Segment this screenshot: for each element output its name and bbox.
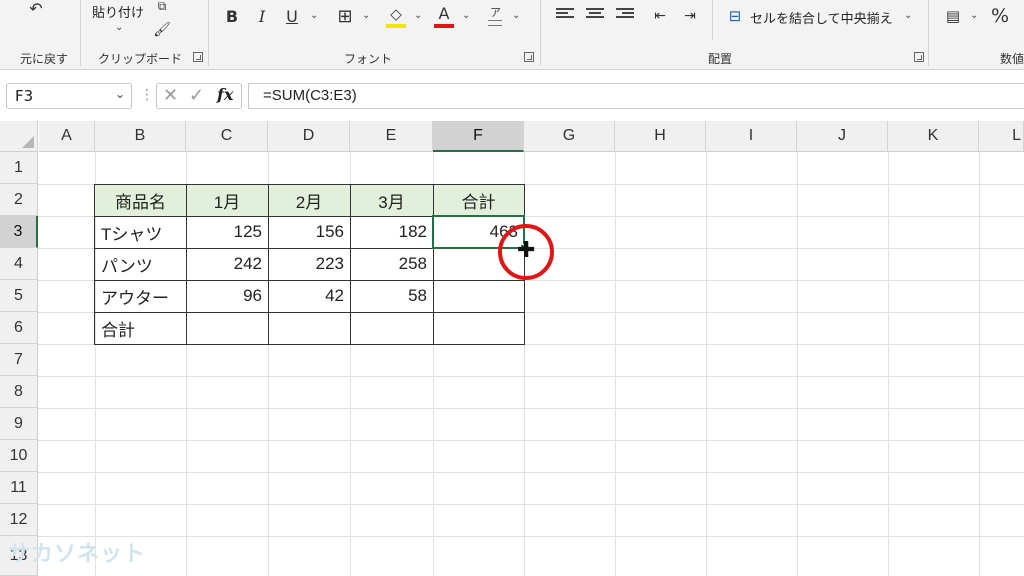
column-header-F[interactable]: F (433, 121, 524, 152)
separator (928, 0, 929, 66)
row-header-11[interactable]: 11 (0, 472, 38, 504)
row-header-6[interactable]: 6 (0, 312, 38, 344)
font-launcher-icon[interactable] (524, 52, 534, 62)
row-header-7[interactable]: 7 (0, 344, 38, 376)
enter-icon[interactable]: ✓ (189, 85, 204, 106)
select-all-button[interactable] (0, 121, 38, 152)
row-header-5[interactable]: 5 (0, 280, 38, 312)
font-group-label: フォント (344, 52, 393, 66)
column-header-B[interactable]: B (95, 121, 186, 152)
gridline (38, 440, 1024, 441)
decrease-indent-icon[interactable]: ⇤ (650, 6, 670, 26)
separator (712, 0, 713, 40)
alignment-launcher-icon[interactable] (914, 52, 924, 62)
column-header-C[interactable]: C (186, 121, 268, 152)
undo-icon[interactable]: ↶ (22, 0, 50, 18)
table-border (186, 184, 187, 344)
column-header-H[interactable]: H (615, 121, 706, 152)
separator (80, 0, 81, 66)
table-border (94, 184, 525, 345)
table-border (95, 280, 524, 281)
row-header-12[interactable]: 12 (0, 504, 38, 536)
column-header-L[interactable]: L (979, 121, 1024, 152)
number-format-icon[interactable]: ▤ (942, 6, 964, 26)
paste-dropdown-icon[interactable]: ⌄ (115, 22, 123, 33)
paste-button-label[interactable]: 貼り付け (92, 2, 144, 21)
crosshair-cursor-icon: ✚ (517, 238, 536, 263)
table-border (95, 312, 524, 313)
insert-function-button[interactable]: fx (217, 85, 233, 104)
align-right-icon[interactable] (616, 8, 634, 22)
select-all-icon (22, 136, 34, 148)
phonetic-dropdown-icon[interactable]: ⌄ (512, 10, 520, 21)
row-header-9[interactable]: 9 (0, 408, 38, 440)
borders-icon[interactable]: ⊞ (335, 6, 355, 27)
italic-button[interactable]: I (252, 6, 272, 26)
bold-button[interactable]: B (222, 6, 242, 26)
format-painter-icon[interactable]: 🖌 (152, 20, 172, 40)
alignment-group-label: 配置 (708, 52, 733, 66)
column-header-A[interactable]: A (39, 121, 95, 152)
row-header-4[interactable]: 4 (0, 248, 38, 280)
gridline (38, 472, 1024, 473)
fill-color-icon[interactable]: ◇ (386, 4, 406, 24)
watermark-logo: サカソネット (8, 542, 147, 567)
column-header-K[interactable]: K (888, 121, 979, 152)
gridline (38, 536, 1024, 537)
separator (208, 0, 209, 66)
increase-indent-icon[interactable]: ⇥ (680, 6, 700, 26)
underline-dropdown-icon[interactable]: ⌄ (310, 10, 318, 21)
formula-input[interactable]: =SUM(C3:E3) (248, 83, 1024, 109)
row-header-1[interactable]: 1 (0, 152, 38, 184)
chevron-down-icon[interactable]: ⌄ (115, 87, 125, 101)
font-color-dropdown-icon[interactable]: ⌄ (462, 10, 470, 21)
table-border (433, 184, 434, 344)
name-box-value: F3 (15, 87, 34, 105)
ribbon: ↶ 元に戻す 貼り付け ⌄ ⧉ 🖌 クリップボード B I U ⌄ ⊞ ⌄ ◇ … (0, 0, 1024, 70)
phonetic-lines-icon (488, 20, 502, 26)
copy-icon[interactable]: ⧉ (152, 0, 172, 13)
merge-center-icon[interactable]: ⊟ (724, 6, 746, 26)
row-header-10[interactable]: 10 (0, 440, 38, 472)
row-header-3[interactable]: 3 (0, 216, 38, 248)
font-color-button[interactable]: A (434, 3, 454, 23)
fill-color-dropdown-icon[interactable]: ⌄ (414, 10, 422, 21)
table-border (268, 184, 269, 344)
column-header-J[interactable]: J (797, 121, 888, 152)
column-header-E[interactable]: E (350, 121, 433, 152)
formula-buttons: ✕ ✓ fx (156, 83, 242, 109)
cancel-icon[interactable]: ✕ (163, 85, 178, 106)
undo-group-label: 元に戻す (20, 52, 69, 66)
clipboard-group-label: クリップボード (98, 52, 183, 66)
borders-dropdown-icon[interactable]: ⌄ (362, 10, 370, 21)
fill-color-bar (386, 24, 406, 28)
more-options-icon[interactable]: ⋮ (140, 87, 154, 103)
gridline (38, 408, 1024, 409)
column-header-I[interactable]: I (706, 121, 797, 152)
row-header-8[interactable]: 8 (0, 376, 38, 408)
name-box[interactable]: F3 ⌄ (6, 83, 132, 109)
column-header-G[interactable]: G (524, 121, 615, 152)
font-color-bar (434, 24, 454, 28)
merge-center-dropdown-icon[interactable]: ⌄ (904, 10, 912, 21)
clipboard-launcher-icon[interactable] (193, 52, 203, 62)
row-header-2[interactable]: 2 (0, 184, 38, 216)
table-border (350, 184, 351, 344)
percent-button[interactable]: % (988, 4, 1012, 28)
gridline (38, 376, 1024, 377)
phonetic-icon[interactable]: ア (490, 4, 501, 20)
align-left-icon[interactable] (556, 8, 574, 22)
underline-button[interactable]: U (282, 6, 302, 26)
number-format-dropdown-icon[interactable]: ⌄ (970, 10, 978, 21)
align-center-icon[interactable] (586, 8, 604, 22)
formula-bar: F3 ⌄ ⋮ ✕ ✓ fx =SUM(C3:E3) (0, 78, 1024, 114)
number-group-label: 数値 (1000, 52, 1024, 66)
column-header-D[interactable]: D (268, 121, 350, 152)
gridline (38, 504, 1024, 505)
merge-center-button[interactable]: セルを結合して中央揃え (750, 8, 893, 27)
separator (540, 0, 541, 66)
